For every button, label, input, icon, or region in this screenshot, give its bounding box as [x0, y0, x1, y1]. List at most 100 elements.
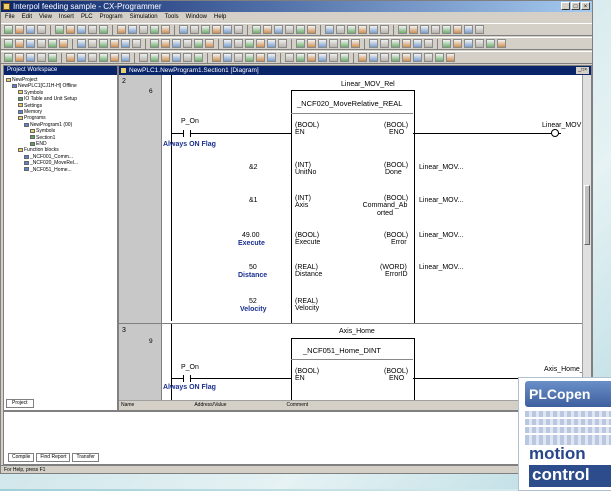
toolbar-button[interactable] [234, 39, 243, 48]
output-target[interactable]: Linear_MOV... [419, 197, 464, 204]
toolbar-button[interactable] [55, 25, 64, 34]
toolbar-button[interactable] [307, 25, 316, 34]
toolbar-button[interactable] [161, 53, 170, 62]
toolbar-button[interactable] [66, 25, 75, 34]
tab-transfer[interactable]: Transfer [72, 453, 99, 462]
toolbar-button[interactable] [446, 53, 455, 62]
toolbar-button[interactable] [369, 39, 378, 48]
toolbar-button[interactable] [325, 25, 334, 34]
menu-insert[interactable]: Insert [59, 12, 74, 22]
toolbar-button[interactable] [380, 39, 389, 48]
toolbar-button[interactable] [4, 53, 13, 62]
toolbar-button[interactable] [88, 39, 97, 48]
toolbar-button[interactable] [329, 53, 338, 62]
toolbar-button[interactable] [486, 39, 495, 48]
toolbar-button[interactable] [296, 53, 305, 62]
toolbar-button[interactable] [340, 39, 349, 48]
normally-open-contact[interactable] [183, 130, 191, 137]
toolbar-button[interactable] [424, 53, 433, 62]
toolbar-button[interactable] [453, 39, 462, 48]
menu-help[interactable]: Help [214, 12, 226, 22]
menu-file[interactable]: File [5, 12, 15, 22]
toolbar-button[interactable] [15, 53, 24, 62]
toolbar-button[interactable] [150, 25, 159, 34]
toolbar-button[interactable] [278, 39, 287, 48]
toolbar-button[interactable] [318, 53, 327, 62]
toolbar-button[interactable] [285, 25, 294, 34]
toolbar-button[interactable] [190, 25, 199, 34]
toolbar-button[interactable] [329, 39, 338, 48]
toolbar-button[interactable] [234, 25, 243, 34]
toolbar-button[interactable] [263, 25, 272, 34]
toolbar-button[interactable] [132, 39, 141, 48]
toolbar-button[interactable] [48, 39, 57, 48]
menu-window[interactable]: Window [186, 12, 207, 22]
minimize-button[interactable]: _ [561, 2, 570, 10]
toolbar-button[interactable] [117, 25, 126, 34]
toolbar-button[interactable] [205, 39, 214, 48]
input-value[interactable]: &2 [249, 164, 258, 171]
diagram-window-buttons[interactable]: _□× [576, 67, 589, 74]
maximize-button[interactable]: □ [571, 2, 580, 10]
toolbar-button[interactable] [475, 25, 484, 34]
toolbar-button[interactable] [351, 39, 360, 48]
toolbar-button[interactable] [391, 39, 400, 48]
toolbar-button[interactable] [256, 39, 265, 48]
toolbar-button[interactable] [409, 25, 418, 34]
toolbar-button[interactable] [413, 53, 422, 62]
input-value[interactable]: 50 [249, 264, 257, 271]
toolbar-button[interactable] [424, 39, 433, 48]
toolbar-button[interactable] [347, 25, 356, 34]
toolbar-button[interactable] [26, 25, 35, 34]
toolbar-button[interactable] [37, 39, 46, 48]
toolbar-button[interactable] [110, 53, 119, 62]
toolbar-button[interactable] [121, 39, 130, 48]
toolbar-button[interactable] [15, 25, 24, 34]
toolbar-button[interactable] [99, 25, 108, 34]
output-target[interactable]: Linear_MOV... [419, 164, 464, 171]
toolbar-button[interactable] [369, 53, 378, 62]
output-target[interactable]: Linear_MOV... [419, 264, 464, 271]
toolbar-button[interactable] [194, 53, 203, 62]
toolbar-button[interactable] [172, 39, 181, 48]
toolbar-button[interactable] [4, 25, 13, 34]
toolbar-button[interactable] [307, 39, 316, 48]
toolbar-button[interactable] [252, 25, 261, 34]
menu-edit[interactable]: Edit [22, 12, 32, 22]
toolbar-button[interactable] [139, 25, 148, 34]
toolbar-button[interactable] [435, 53, 444, 62]
toolbar-button[interactable] [26, 53, 35, 62]
tree-item[interactable]: _NCF051_Home... [6, 167, 115, 173]
toolbar-button[interactable] [150, 53, 159, 62]
scrollbar-thumb[interactable] [584, 185, 590, 245]
toolbar-button[interactable] [77, 53, 86, 62]
toolbar-button[interactable] [110, 39, 119, 48]
close-button[interactable]: × [581, 2, 590, 10]
toolbar-button[interactable] [296, 39, 305, 48]
fb-instance-name[interactable]: Linear_MOV_Rel [341, 81, 395, 88]
toolbar-button[interactable] [340, 53, 349, 62]
vertical-scrollbar[interactable] [582, 75, 591, 401]
toolbar-button[interactable] [420, 25, 429, 34]
toolbar-button[interactable] [99, 39, 108, 48]
toolbar-button[interactable] [256, 53, 265, 62]
toolbar-button[interactable] [358, 25, 367, 34]
toolbar-button[interactable] [442, 39, 451, 48]
toolbar-button[interactable] [59, 39, 68, 48]
toolbar-button[interactable] [398, 25, 407, 34]
toolbar-button[interactable] [128, 25, 137, 34]
toolbar-button[interactable] [48, 53, 57, 62]
output-target[interactable]: Linear_MOV... [419, 232, 464, 239]
toolbar-button[interactable] [431, 25, 440, 34]
toolbar-button[interactable] [475, 39, 484, 48]
toolbar-button[interactable] [285, 53, 294, 62]
toolbar-button[interactable] [402, 39, 411, 48]
fb-instance-name[interactable]: Axis_Home [339, 328, 375, 335]
toolbar-button[interactable] [66, 53, 75, 62]
toolbar-button[interactable] [99, 53, 108, 62]
toolbar-button[interactable] [358, 53, 367, 62]
toolbar-button[interactable] [15, 39, 24, 48]
toolbar-button[interactable] [464, 25, 473, 34]
toolbar-button[interactable] [442, 25, 451, 34]
toolbar-button[interactable] [183, 39, 192, 48]
